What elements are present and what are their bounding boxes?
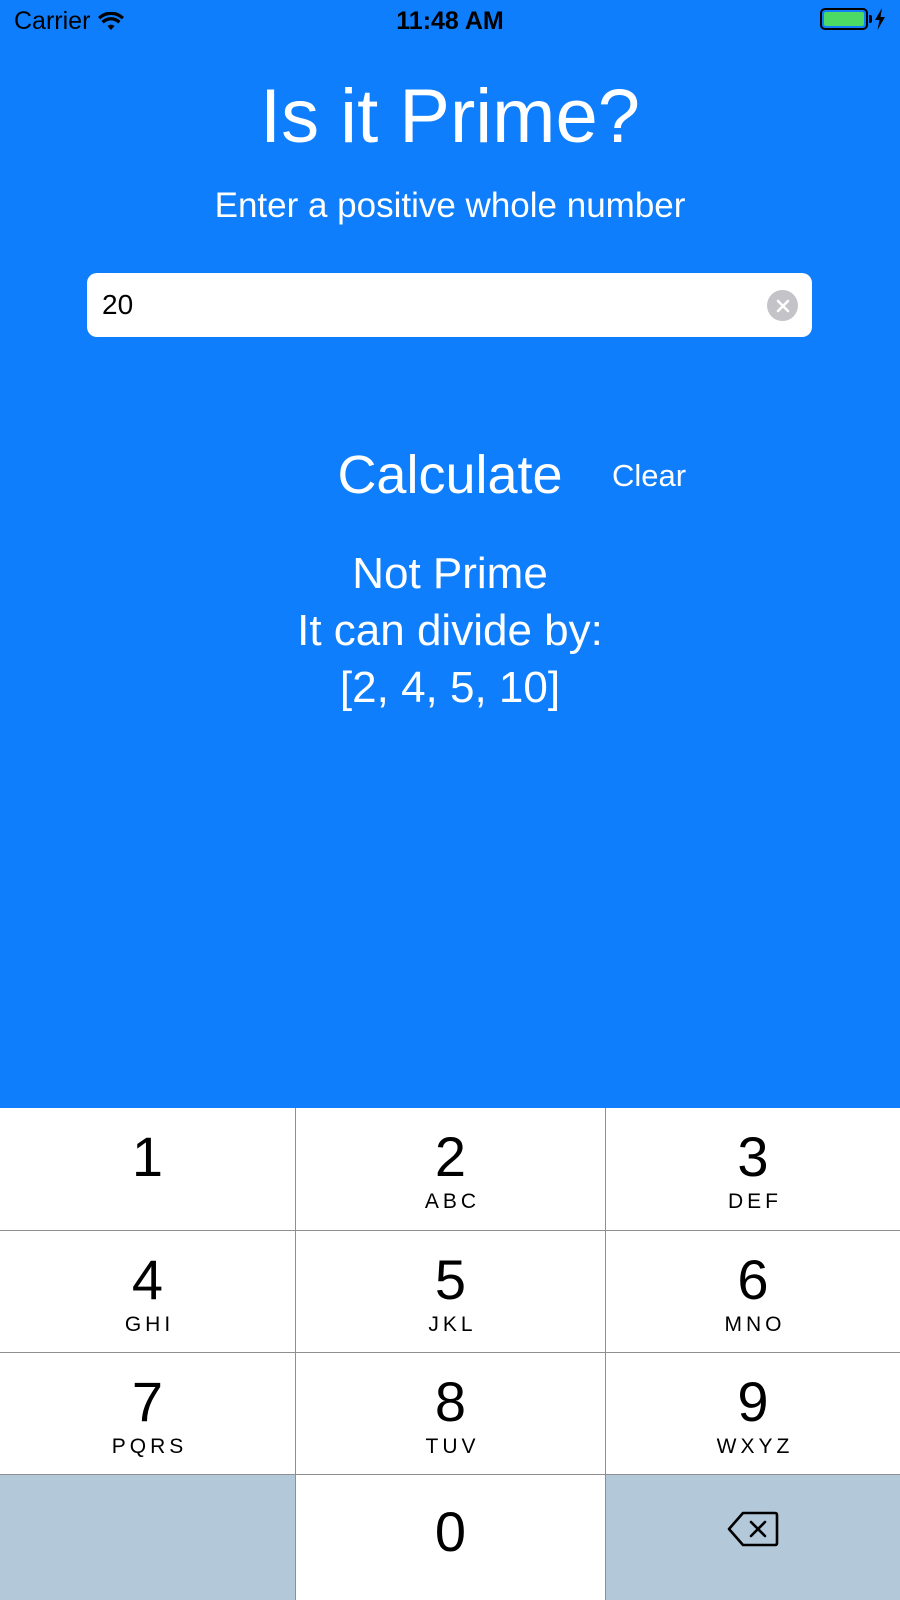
key-8[interactable]: 8 TUV xyxy=(296,1353,605,1474)
status-bar: Carrier 11:48 AM xyxy=(0,0,900,44)
calculate-button[interactable]: Calculate xyxy=(322,440,578,510)
key-7[interactable]: 7 PQRS xyxy=(0,1353,295,1474)
key-0[interactable]: 0 xyxy=(296,1475,605,1600)
key-4[interactable]: 4 GHI xyxy=(0,1231,295,1352)
key-letters: DEF xyxy=(728,1190,782,1213)
key-digit: 8 xyxy=(434,1370,467,1433)
key-2[interactable]: 2 ABC xyxy=(296,1108,605,1230)
key-letters: PQRS xyxy=(111,1435,188,1458)
key-letters: WXYZ xyxy=(716,1435,794,1458)
number-field xyxy=(87,273,812,337)
app-screen: Carrier 11:48 AM Is it Prime? Enter a po… xyxy=(0,0,900,1108)
delete-key[interactable] xyxy=(606,1475,900,1600)
key-digit: 2 xyxy=(434,1125,467,1188)
key-digit: 0 xyxy=(434,1500,467,1563)
key-digit: 1 xyxy=(131,1125,164,1188)
key-1[interactable]: 1 xyxy=(0,1108,295,1230)
clear-button[interactable]: Clear xyxy=(612,454,712,498)
key-blank xyxy=(0,1475,295,1600)
key-letters: ABC xyxy=(424,1190,481,1213)
key-digit: 6 xyxy=(737,1248,769,1311)
page-title: Is it Prime? xyxy=(259,74,641,159)
key-digit: 7 xyxy=(131,1370,164,1433)
battery-group xyxy=(820,8,886,30)
key-letters: TUV xyxy=(425,1435,480,1458)
key-5[interactable]: 5 JKL xyxy=(296,1231,605,1352)
backspace-icon xyxy=(727,1511,779,1547)
numeric-keypad: 1 2 ABC 3 DEF 4 GHI 5 JKL 6 MNO 7 PQRS 8… xyxy=(0,1108,900,1600)
key-letters: JKL xyxy=(428,1313,477,1336)
key-digit: 4 xyxy=(131,1248,164,1311)
number-input[interactable] xyxy=(102,273,722,337)
key-letters: GHI xyxy=(124,1313,175,1336)
key-3[interactable]: 3 DEF xyxy=(606,1108,900,1230)
key-digit: 9 xyxy=(737,1370,769,1433)
key-digit: 5 xyxy=(434,1248,467,1311)
key-6[interactable]: 6 MNO xyxy=(606,1231,900,1352)
key-digit: 3 xyxy=(737,1125,769,1188)
battery-icon xyxy=(820,8,872,30)
result-status: Not Prime xyxy=(352,549,548,598)
page-subtitle: Enter a positive whole number xyxy=(214,186,686,225)
clear-circle-icon[interactable] xyxy=(767,290,798,321)
result-text: Not Prime It can divide by: [2, 4, 5, 10… xyxy=(0,545,900,716)
bolt-icon xyxy=(874,8,886,30)
result-divisor-list: [2, 4, 5, 10] xyxy=(339,663,561,712)
key-9[interactable]: 9 WXYZ xyxy=(606,1353,900,1474)
status-time: 11:48 AM xyxy=(396,7,504,35)
result-divisor-label: It can divide by: xyxy=(297,606,603,655)
key-letters: MNO xyxy=(724,1313,786,1336)
battery-fill xyxy=(824,12,864,26)
